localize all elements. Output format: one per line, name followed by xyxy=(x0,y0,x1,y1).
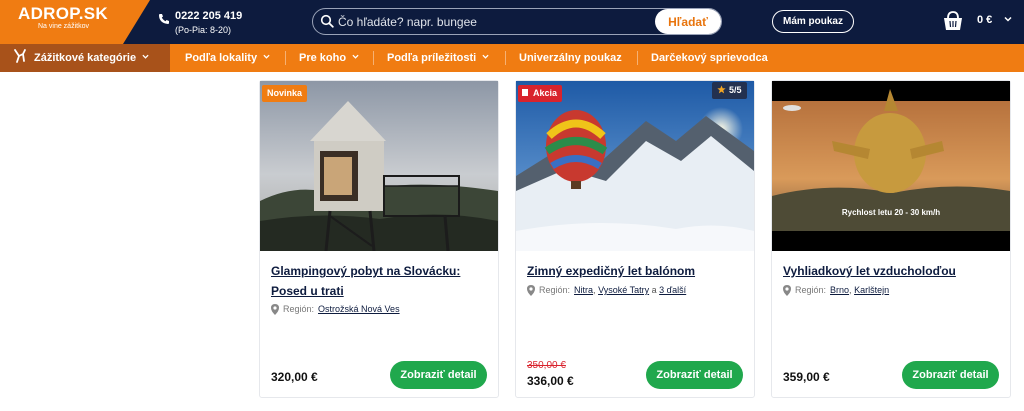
show-detail-button[interactable]: Zobraziť detail xyxy=(646,361,743,389)
cart-total[interactable]: 0 € xyxy=(977,14,992,26)
nav-divider xyxy=(637,51,638,65)
nav-label: Zážitkové kategórie xyxy=(34,52,137,64)
image-caption: Rychlost letu 20 - 30 km/h xyxy=(841,208,941,217)
region-link[interactable]: Ostrožská Nová Ves xyxy=(318,304,400,314)
region-more-link[interactable]: 3 ďalší xyxy=(659,285,686,295)
nav-label: Podľa príležitosti xyxy=(387,52,477,64)
product-title[interactable]: Glampingový pobyt na Slovácku: Posed u t… xyxy=(271,261,489,301)
category-icon xyxy=(14,49,26,63)
nav-label: Podľa lokality xyxy=(185,52,258,64)
show-detail-button[interactable]: Zobraziť detail xyxy=(390,361,487,389)
old-price: 350,00 € xyxy=(527,360,566,371)
basket-icon[interactable] xyxy=(942,9,964,33)
region-link[interactable]: Vysoké Tatry xyxy=(598,285,649,295)
star-icon xyxy=(717,85,726,94)
phone-number[interactable]: 0222 205 419 xyxy=(175,10,242,22)
region-line: Región: Nitra, Vysoké Tatry a 3 ďalší xyxy=(527,285,686,296)
sale-badge-label: Akcia xyxy=(533,88,558,98)
map-pin-icon xyxy=(783,285,791,296)
product-card[interactable]: Novinka Glampingový pobyt na Slovácku: P… xyxy=(259,80,499,398)
product-image[interactable]: Akcia 5/5 xyxy=(516,81,754,251)
region-link[interactable]: Nitra xyxy=(574,285,593,295)
nav-experience-categories[interactable]: Zážitkové kategórie xyxy=(0,44,170,72)
nav-divider xyxy=(505,51,506,65)
map-pin-icon xyxy=(527,285,535,296)
product-title[interactable]: Vyhliadkový let vzducholoďou xyxy=(783,261,1001,281)
map-pin-icon xyxy=(271,304,279,315)
product-image[interactable]: Rychlost letu 20 - 30 km/h xyxy=(772,81,1010,251)
region-line: Región: Brno, Karlštejn xyxy=(783,285,889,296)
show-detail-button[interactable]: Zobraziť detail xyxy=(902,361,999,389)
phone-icon xyxy=(159,14,169,24)
new-badge: Novinka xyxy=(262,85,308,102)
region-label: Región: xyxy=(539,285,571,295)
sale-badge: Akcia xyxy=(518,85,563,102)
product-price: 320,00 € xyxy=(271,370,318,384)
product-card[interactable]: Rychlost letu 20 - 30 km/h Vyhliadkový l… xyxy=(771,80,1011,398)
rating-badge: 5/5 xyxy=(712,82,747,99)
logo-text: ADROP.SK xyxy=(18,4,108,23)
product-title[interactable]: Zimný expedičný let balónom xyxy=(527,261,745,281)
nav-divider xyxy=(373,51,374,65)
product-image[interactable]: Novinka xyxy=(260,81,498,251)
phone-hours: (Po-Pia: 8-20) xyxy=(175,25,232,35)
region-link[interactable]: Karlštejn xyxy=(854,285,889,295)
nav-by-location[interactable]: Podľa lokality xyxy=(185,44,270,72)
nav-for-whom[interactable]: Pre koho xyxy=(299,44,359,72)
chevron-down-icon xyxy=(482,54,489,59)
nav-divider xyxy=(285,51,286,65)
search-input[interactable] xyxy=(338,9,648,34)
nav-by-occasion[interactable]: Podľa príležitosti xyxy=(387,44,489,72)
rating-value: 5/5 xyxy=(729,85,742,95)
nav-label: Pre koho xyxy=(299,52,347,64)
region-label: Región: xyxy=(795,285,827,295)
chevron-down-icon xyxy=(352,54,359,59)
chevron-down-icon xyxy=(142,54,149,59)
nav-gift-guide[interactable]: Darčekový sprievodca xyxy=(651,44,768,72)
region-line: Región: Ostrožská Nová Ves xyxy=(271,304,400,315)
region-label: Región: xyxy=(283,304,315,314)
logo-tagline: Na vine zážitkov xyxy=(38,23,89,30)
voucher-button[interactable]: Mám poukaz xyxy=(772,10,854,33)
product-card[interactable]: Akcia 5/5 Zimný expedičný let balónom Re… xyxy=(515,80,755,398)
search-button[interactable]: Hľadať xyxy=(655,9,721,34)
chevron-down-icon xyxy=(263,54,270,59)
region-more-prefix: a xyxy=(651,285,657,295)
region-link[interactable]: Brno xyxy=(830,285,849,295)
nav-universal-voucher[interactable]: Univerzálny poukaz xyxy=(519,44,622,72)
search-icon xyxy=(320,14,334,28)
chevron-down-icon[interactable] xyxy=(1004,15,1012,23)
tag-icon xyxy=(522,89,528,96)
product-price: 336,00 € xyxy=(527,374,574,388)
product-price: 359,00 € xyxy=(783,370,830,384)
